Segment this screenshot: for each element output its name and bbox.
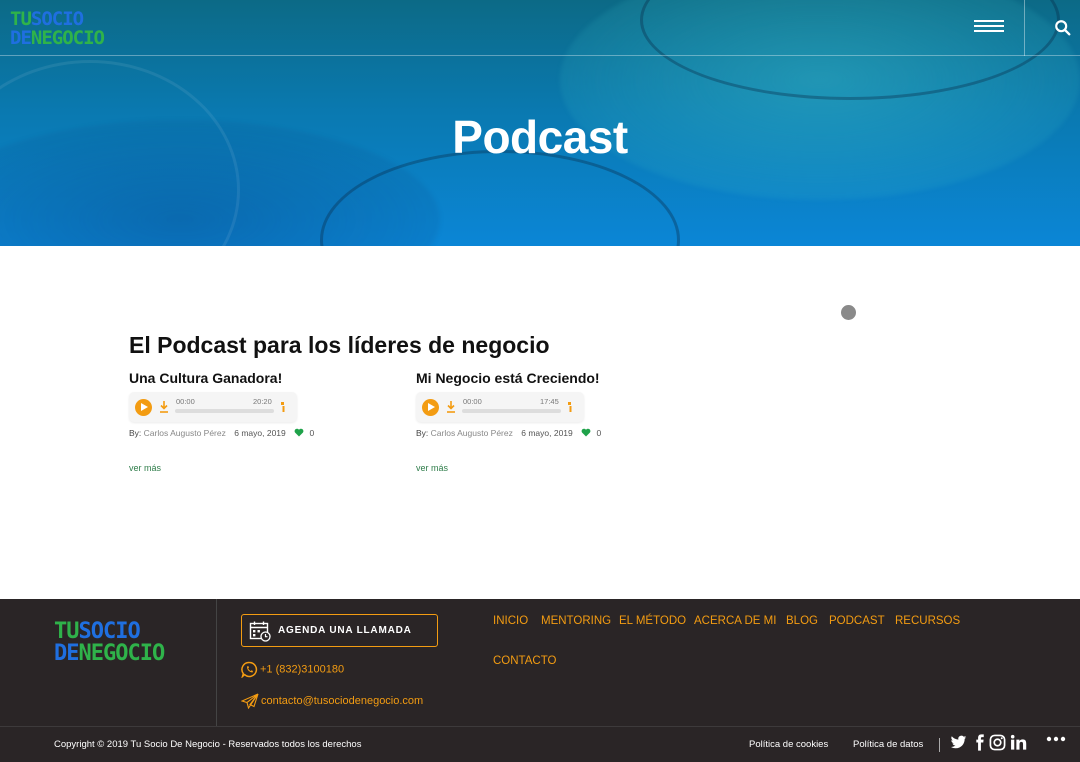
- download-icon[interactable]: [158, 400, 170, 414]
- logo-text: DE: [10, 27, 32, 49]
- logo-text: NEGOCIO: [78, 641, 166, 666]
- footer-divider: [216, 599, 217, 727]
- play-icon[interactable]: [422, 399, 439, 416]
- episode-meta: By: Carlos Augusto Pérez 6 mayo, 2019 0: [416, 428, 676, 440]
- total-time: 20:20: [253, 397, 272, 406]
- footer-nav-blog[interactable]: BLOG: [786, 615, 818, 627]
- cookies-policy-link[interactable]: Política de cookies: [749, 739, 828, 750]
- page-title: Podcast: [452, 111, 628, 163]
- heart-icon[interactable]: [581, 428, 591, 437]
- phone-link[interactable]: +1 (832)3100180: [241, 661, 345, 679]
- menu-icon[interactable]: [974, 20, 1004, 34]
- section-title: El Podcast para los líderes de negocio: [129, 332, 550, 358]
- instagram-icon[interactable]: [989, 734, 1006, 751]
- author-link[interactable]: Carlos Augusto Pérez: [431, 428, 513, 438]
- audio-player: 00:00 17:45: [416, 392, 584, 422]
- progress-track[interactable]: [462, 409, 561, 413]
- like-count: 0: [596, 428, 602, 438]
- footer-nav-mentoring[interactable]: MENTORING: [541, 615, 611, 627]
- site-footer: TUSOCIO DENEGOCIO AGENDA UNA LLAMADA +1 …: [0, 599, 1080, 762]
- like-count: 0: [309, 428, 315, 438]
- by-label: By:: [416, 428, 429, 438]
- footer-separator: [939, 738, 940, 752]
- email-address: contacto@tusociodenegocio.com: [261, 694, 424, 707]
- schedule-call-label: AGENDA UNA LLAMADA: [278, 625, 412, 636]
- read-more-link[interactable]: ver más: [129, 463, 389, 473]
- total-time: 17:45: [540, 397, 559, 406]
- logo-text: DE: [54, 641, 79, 666]
- podcast-card: Mi Negocio está Creciendo! 00:00 17:45 B…: [416, 370, 676, 473]
- progress-track[interactable]: [175, 409, 274, 413]
- by-label: By:: [129, 428, 142, 438]
- footer-nav-acerca-de-mi[interactable]: ACERCA DE MI: [694, 615, 776, 627]
- site-header: TUSOCIO DENEGOCIO: [0, 0, 1080, 56]
- schedule-call-button[interactable]: AGENDA UNA LLAMADA: [241, 614, 438, 647]
- logo-text: NEGOCIO: [30, 27, 105, 49]
- footer-nav-el-metodo[interactable]: EL MÉTODO: [619, 615, 686, 627]
- download-icon[interactable]: [445, 400, 457, 414]
- whatsapp-icon: [241, 661, 258, 679]
- play-icon[interactable]: [135, 399, 152, 416]
- site-logo[interactable]: TUSOCIO DENEGOCIO: [10, 10, 105, 49]
- twitter-icon[interactable]: [950, 734, 967, 751]
- volume-icon[interactable]: [567, 401, 575, 413]
- search-icon[interactable]: [1054, 19, 1072, 37]
- heart-icon[interactable]: [294, 428, 304, 437]
- footer-nav-recursos[interactable]: RECURSOS: [895, 615, 960, 627]
- podcast-card: Una Cultura Ganadora! 00:00 20:20 By: Ca…: [129, 370, 389, 473]
- calendar-icon: [249, 621, 271, 642]
- phone-number: +1 (832)3100180: [260, 663, 345, 676]
- episode-title[interactable]: Mi Negocio está Creciendo!: [416, 370, 676, 388]
- footer-bottom-divider: [0, 726, 1080, 727]
- email-link[interactable]: contacto@tusociodenegocio.com: [240, 693, 424, 710]
- header-divider: [1024, 0, 1025, 56]
- data-policy-link[interactable]: Política de datos: [853, 739, 923, 750]
- footer-nav-inicio[interactable]: INICIO: [493, 615, 528, 627]
- more-dots-icon[interactable]: [1046, 736, 1066, 742]
- current-time: 00:00: [176, 397, 195, 406]
- author-link[interactable]: Carlos Augusto Pérez: [144, 428, 226, 438]
- facebook-icon[interactable]: [971, 734, 988, 751]
- footer-logo[interactable]: TUSOCIO DENEGOCIO: [54, 621, 166, 666]
- copyright-text: Copyright © 2019 Tu Socio De Negocio - R…: [54, 739, 362, 750]
- linkedin-icon[interactable]: [1010, 734, 1027, 751]
- volume-icon[interactable]: [280, 401, 288, 413]
- hero-banner: TUSOCIO DENEGOCIO Podcast: [0, 0, 1080, 246]
- episode-date: 6 mayo, 2019: [521, 428, 573, 438]
- audio-player: 00:00 20:20: [129, 392, 297, 422]
- footer-nav-podcast[interactable]: PODCAST: [829, 615, 885, 627]
- footer-nav-contacto[interactable]: CONTACTO: [493, 655, 556, 667]
- paper-plane-icon: [240, 693, 259, 710]
- episode-title[interactable]: Una Cultura Ganadora!: [129, 370, 389, 388]
- episode-date: 6 mayo, 2019: [234, 428, 286, 438]
- episode-meta: By: Carlos Augusto Pérez 6 mayo, 2019 0: [129, 428, 389, 440]
- current-time: 00:00: [463, 397, 482, 406]
- read-more-link[interactable]: ver más: [416, 463, 676, 473]
- loading-dot: [841, 305, 856, 320]
